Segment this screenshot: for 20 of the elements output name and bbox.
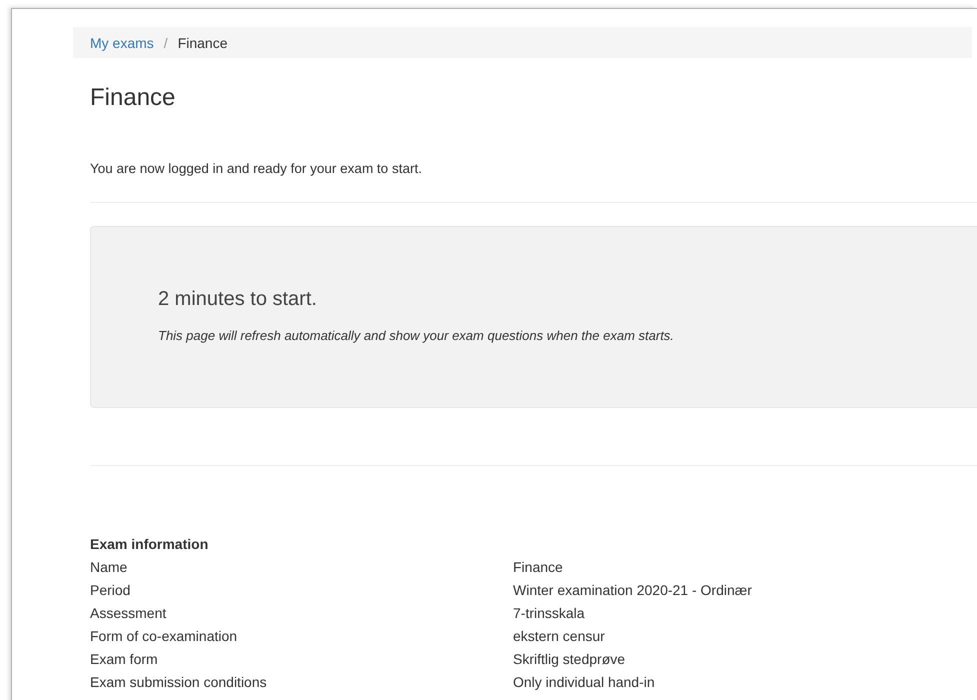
info-value: Finance xyxy=(513,558,563,577)
info-value: 7-trinsskala xyxy=(513,604,585,623)
countdown-note: This page will refresh automatically and show your exam questions when the exam starts. xyxy=(158,327,675,345)
info-label: Name xyxy=(90,558,128,577)
info-label: Form of co-examination xyxy=(90,627,238,646)
info-value: Winter examination 2020-21 - Ordinær xyxy=(513,581,752,600)
info-label: Exam submission conditions xyxy=(90,673,268,692)
breadcrumb-link[interactable]: My exams xyxy=(90,34,154,50)
section-heading: Exam information xyxy=(90,535,210,554)
intro-text: You are now logged in and ready for your exam to start. xyxy=(90,160,423,178)
page-title: Finance xyxy=(90,83,176,113)
info-value: Skriftlig stedprøve xyxy=(513,650,626,669)
info-label: Period xyxy=(90,581,132,600)
info-value: ekstern censur xyxy=(513,627,605,646)
info-label: Assessment xyxy=(90,604,168,623)
info-value: Only individual hand-in xyxy=(513,673,655,692)
breadcrumb-separator: / xyxy=(164,34,168,50)
breadcrumb-current: Finance xyxy=(178,34,228,50)
countdown-heading: 2 minutes to start. xyxy=(158,287,318,312)
info-label: Exam form xyxy=(90,650,159,669)
